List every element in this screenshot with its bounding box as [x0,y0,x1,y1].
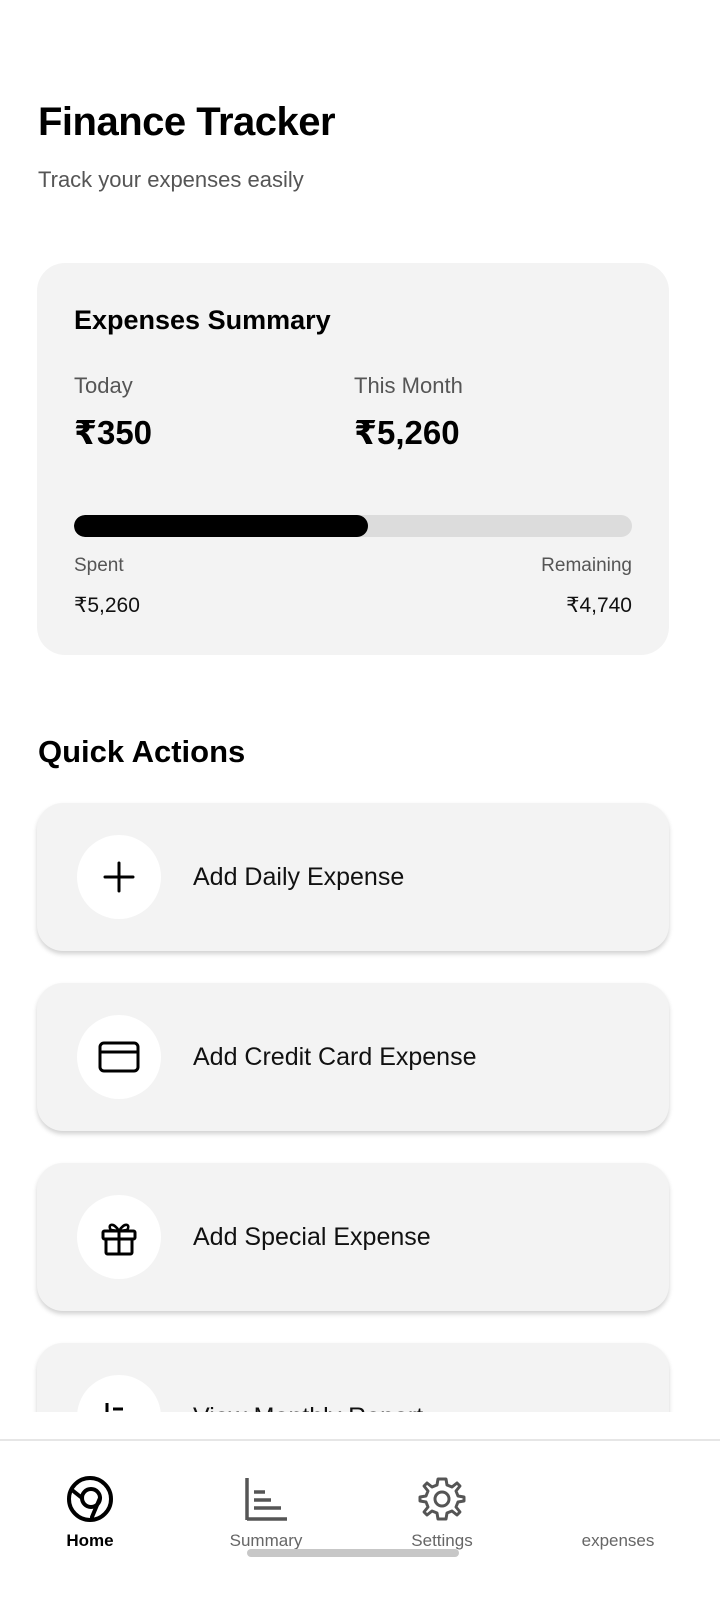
gear-icon [416,1473,468,1525]
month-value: ₹5,260 [354,414,460,451]
action-label: Add Daily Expense [193,863,405,891]
bar-chart-icon [240,1473,292,1525]
nav-label-settings: Settings [411,1531,473,1550]
page-title: Finance Tracker [38,100,336,144]
spent-value: ₹5,260 [74,594,140,617]
remaining-value: ₹4,740 [566,594,632,617]
home-indicator[interactable] [247,1549,459,1557]
add-special-expense-button[interactable]: Add Special Expense [37,1163,669,1311]
add-credit-card-expense-button[interactable]: Add Credit Card Expense [37,983,669,1131]
remaining-label: Remaining [541,555,632,576]
home-icon [64,1473,116,1525]
today-value: ₹350 [74,414,153,451]
spent-label: Spent [74,555,124,576]
month-label: This Month [354,373,463,398]
quick-actions-title: Quick Actions [38,734,246,769]
nav-label-expenses: expenses [581,1531,655,1550]
plus-icon [77,835,161,919]
header: Finance Tracker Track your expenses easi… [38,100,336,193]
credit-card-icon [77,1015,161,1099]
report-icon [77,1375,161,1412]
view-monthly-report-button[interactable]: View Monthly Report [37,1343,669,1412]
bottom-navigation: Home Summary Settings expenses [0,1439,720,1600]
action-label: Add Credit Card Expense [193,1043,477,1071]
action-label: View Monthly Report [193,1403,423,1412]
gift-icon [77,1195,161,1279]
summary-title: Expenses Summary [74,305,331,335]
nav-label-home: Home [66,1531,114,1550]
nav-item-expenses[interactable]: expenses [528,1441,708,1571]
nav-item-home[interactable]: Home [0,1441,180,1571]
budget-progress-fill [74,515,368,537]
page-subtitle: Track your expenses easily [38,167,304,192]
add-daily-expense-button[interactable]: Add Daily Expense [37,803,669,951]
expenses-summary-card: Expenses Summary Today ₹350 This Month ₹… [37,263,669,655]
quick-actions-list[interactable]: Add Daily Expense Add Credit Card Expens… [0,790,720,1412]
budget-progress-bar [74,515,632,537]
today-label: Today [74,373,133,398]
nav-label-summary: Summary [229,1531,303,1550]
finance-tracker-screen: Finance Tracker Track your expenses easi… [0,0,720,1600]
action-label: Add Special Expense [193,1223,431,1251]
